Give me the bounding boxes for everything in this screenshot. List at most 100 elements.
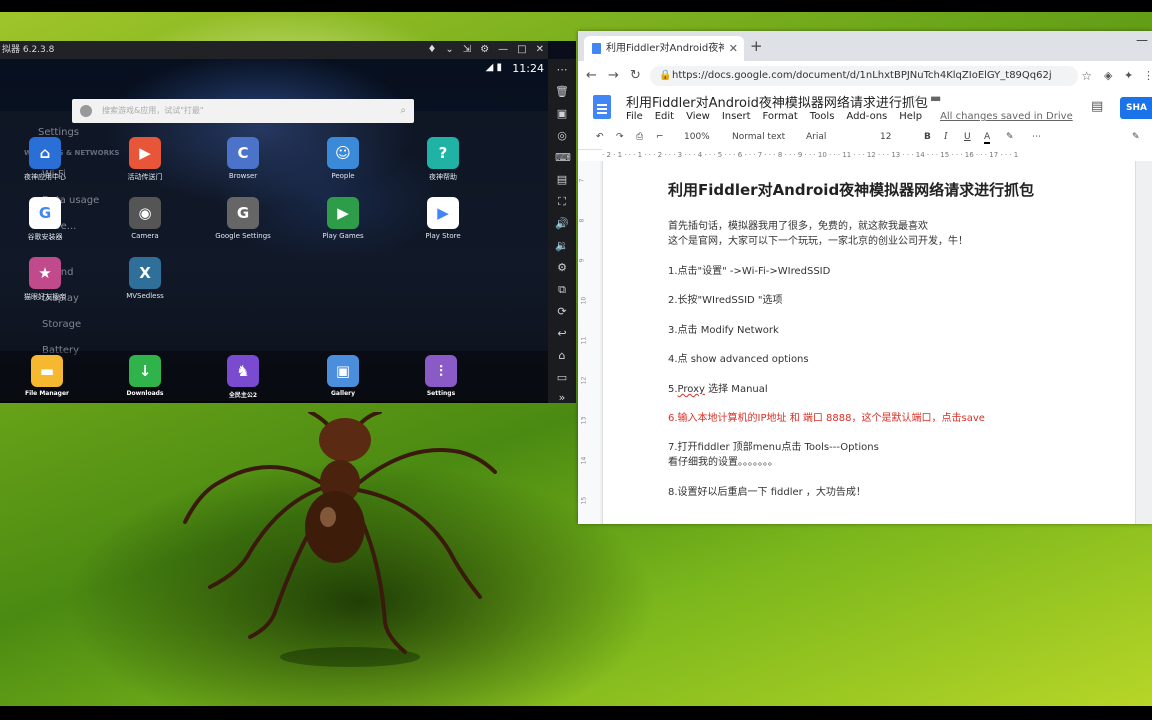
shirt-icon[interactable]: ♦: [427, 41, 436, 59]
menu-addons[interactable]: Add-ons: [846, 111, 887, 122]
volume-up-icon[interactable]: 🔊: [555, 217, 569, 231]
font-select[interactable]: Arial: [806, 132, 826, 142]
menu-insert[interactable]: Insert: [722, 111, 751, 122]
dock-app-tile[interactable]: ▬ File Manager: [2, 355, 92, 397]
paint-format-icon[interactable]: ⌐: [656, 132, 664, 142]
menu-help[interactable]: Help: [899, 111, 922, 122]
app-label: 全民主公2: [228, 392, 258, 399]
pin-icon[interactable]: ⇲: [463, 41, 471, 59]
app-icon: ▶: [427, 197, 459, 229]
document-title[interactable]: 利用Fiddler对Android夜神模拟器网络请求进行抓包: [626, 92, 928, 111]
menu-tools[interactable]: Tools: [810, 111, 835, 122]
app-label: Browser: [228, 172, 258, 180]
more-icon[interactable]: ⋯: [555, 63, 569, 77]
app-icon-tile[interactable]: ★ 猫眼好友搜帝: [0, 257, 90, 302]
maximize-icon[interactable]: □: [517, 41, 526, 59]
android-screen[interactable]: ◢ ▮ 11:24 Settings WIRELESS & NETWORKS W…: [0, 59, 548, 403]
emulator-titlebar[interactable]: 拟器 6.2.3.8 ♦ ⌄ ⇲ ⚙ — □ ✕: [0, 41, 548, 59]
app-icon-tile[interactable]: ⌂ 夜神应用中心: [0, 137, 90, 182]
bold-icon[interactable]: B: [924, 132, 931, 142]
shake-icon[interactable]: ⚙: [555, 261, 569, 275]
menu-view[interactable]: View: [686, 111, 710, 122]
close-icon[interactable]: ✕: [536, 41, 544, 59]
dock-app-tile[interactable]: ♞ 全民主公2: [198, 355, 288, 399]
star-icon[interactable]: ☆: [911, 92, 922, 106]
dock-app-tile[interactable]: ⫶ Settings: [396, 355, 486, 397]
app-label: 猫眼好友搜帝: [24, 293, 66, 301]
save-status-link[interactable]: All changes saved in Drive: [940, 111, 1073, 122]
screenshot-icon[interactable]: ▣: [555, 107, 569, 121]
menu-format[interactable]: Format: [763, 111, 798, 122]
app-icon-tile[interactable]: ? 夜神帮助: [398, 137, 488, 182]
menu-file[interactable]: File: [626, 111, 643, 122]
vertical-ruler[interactable]: 7 8 9 10 11 12 13 14 15: [578, 161, 601, 524]
app-icon-tile[interactable]: ☺ People: [298, 137, 388, 180]
docs-favicon-icon: [592, 43, 601, 54]
redo-icon[interactable]: ↷: [616, 132, 624, 142]
home-icon[interactable]: ⌂: [555, 349, 569, 363]
highlight-icon[interactable]: ✎: [1006, 132, 1014, 142]
rotate-icon[interactable]: ⟳: [555, 305, 569, 319]
app-icon-tile[interactable]: ▶ Play Games: [298, 197, 388, 240]
underline-icon[interactable]: U: [964, 132, 971, 142]
apk-icon[interactable]: ▤: [555, 173, 569, 187]
spellcheck-word[interactable]: Proxy: [678, 384, 705, 395]
back-arrow-icon[interactable]: ←: [586, 68, 597, 83]
app-label: File Manager: [24, 390, 70, 397]
text-color-icon[interactable]: A: [984, 132, 991, 144]
gear-icon[interactable]: ⚙: [480, 41, 489, 59]
close-tab-icon[interactable]: ✕: [729, 36, 738, 61]
expand-icon[interactable]: »: [555, 391, 569, 403]
app-icon-tile[interactable]: ▶ 活动传送门: [100, 137, 190, 182]
new-tab-icon[interactable]: +: [750, 37, 763, 55]
italic-icon[interactable]: I: [944, 132, 948, 142]
extension-icon[interactable]: ✦: [1124, 69, 1133, 82]
style-select[interactable]: Normal text: [732, 132, 785, 142]
chevron-down-icon[interactable]: ⌄: [445, 41, 453, 59]
google-docs-logo-icon[interactable]: [593, 95, 611, 119]
app-icon-tile[interactable]: ◉ Camera: [100, 197, 190, 240]
bookmark-star-icon[interactable]: ☆: [1081, 66, 1092, 86]
location-icon[interactable]: ◎: [555, 129, 569, 143]
back-icon[interactable]: ↩: [555, 327, 569, 341]
extension-icon[interactable]: ◈: [1104, 69, 1112, 82]
print-icon[interactable]: ⎙: [636, 132, 643, 142]
minimize-icon[interactable]: —: [498, 41, 508, 59]
editing-mode-icon[interactable]: ✎: [1132, 132, 1140, 142]
doc-paragraph: 7.打开fiddler 顶部menu点击 Tools---Options: [668, 442, 879, 453]
comments-icon[interactable]: ▤: [1091, 99, 1103, 114]
menu-edit[interactable]: Edit: [655, 111, 674, 122]
tab-google-doc[interactable]: 利用Fiddler对Android夜神模拟 ✕: [584, 36, 744, 61]
more-tools-icon[interactable]: ⋯: [1032, 132, 1041, 142]
keyboard-icon[interactable]: ⌨: [555, 151, 571, 165]
url-input[interactable]: 🔒 https://docs.google.com/document/d/1nL…: [650, 66, 1092, 86]
app-icon-tile[interactable]: ▶ Play Store: [398, 197, 488, 240]
forward-arrow-icon[interactable]: →: [608, 68, 619, 83]
volume-down-icon[interactable]: 🔉: [555, 239, 569, 253]
zoom-select[interactable]: 100%: [684, 132, 710, 142]
app-icon-tile[interactable]: G Google Settings: [198, 197, 288, 240]
app-icon-tile[interactable]: G 谷歌安装器: [0, 197, 90, 242]
launcher-search-bar[interactable]: 搜索游戏&应用，试试"打最" ⌕: [72, 99, 414, 123]
trash-icon[interactable]: 🗑: [555, 85, 569, 99]
app-icon-tile[interactable]: C Browser: [198, 137, 288, 180]
menu-icon[interactable]: ⋮: [1143, 69, 1152, 82]
app-label: 夜神帮助: [429, 173, 457, 181]
share-button[interactable]: SHA: [1120, 97, 1152, 119]
app-icon-tile[interactable]: X MVSedless: [100, 257, 190, 300]
android-emulator-window[interactable]: 拟器 6.2.3.8 ♦ ⌄ ⇲ ⚙ — □ ✕ ◢ ▮ 11:24 Setti…: [0, 41, 576, 403]
minimize-icon[interactable]: —: [1136, 33, 1148, 47]
multi-window-icon[interactable]: ⧉: [555, 283, 569, 297]
reload-icon[interactable]: ↻: [630, 68, 641, 83]
dock-app-tile[interactable]: ↓ Downloads: [100, 355, 190, 397]
document-page[interactable]: 利用Fiddler对Android夜神模拟器网络请求进行抓包 首先插句话，模拟器…: [602, 161, 1136, 524]
letterbox-top: [0, 0, 1152, 12]
recent-apps-icon[interactable]: ▭: [555, 371, 569, 385]
chrome-window[interactable]: 利用Fiddler对Android夜神模拟 ✕ + — ← → ↻ 🔒 http…: [578, 31, 1152, 524]
folder-icon[interactable]: ▬: [930, 91, 941, 105]
dock-app-tile[interactable]: ▣ Gallery: [298, 355, 388, 397]
font-size-select[interactable]: 12: [880, 132, 891, 142]
fullscreen-icon[interactable]: ⛶: [555, 195, 569, 209]
undo-icon[interactable]: ↶: [596, 132, 604, 142]
search-icon[interactable]: ⌕: [400, 99, 406, 123]
